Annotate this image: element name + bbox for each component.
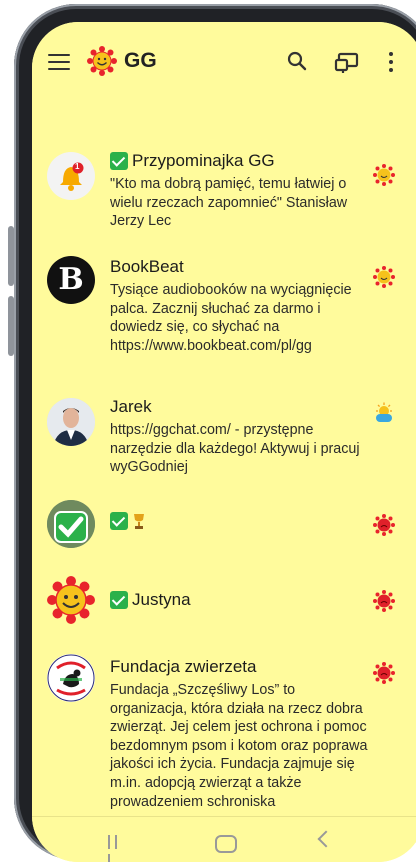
volume-button: [8, 226, 14, 286]
status-away-icon: [376, 402, 392, 422]
avatar: B: [47, 256, 95, 304]
gg-sun-logo-icon: [87, 46, 117, 76]
screen: GG 1 Przypominajka GG "Kto ma dobrą pami…: [32, 22, 416, 862]
hamburger-menu-icon[interactable]: [48, 54, 70, 70]
contact-name-row: Justyna: [110, 589, 372, 611]
contact-name-row: BookBeat: [110, 256, 372, 278]
contact-name: Fundacja zwierzeta: [110, 657, 257, 676]
checkmark-avatar-icon: [47, 500, 95, 548]
status-busy-icon: [373, 514, 395, 536]
contact-name: Jarek: [110, 397, 152, 416]
contact-row[interactable]: 1 Przypominajka GG "Kto ma dobrą pamięć,…: [32, 130, 416, 229]
contact-name-row: [110, 512, 372, 530]
home-icon[interactable]: [215, 835, 237, 853]
contact-name-row: Przypominajka GG: [110, 150, 372, 172]
foundation-logo-icon: [47, 654, 95, 702]
contact-description: https://ggchat.com/ - przystępne narzędz…: [110, 422, 360, 476]
avatar: [47, 654, 95, 702]
contact-description: Tysiące audiobooków na wyciągnięcie palc…: [110, 282, 352, 354]
contact-description: "Kto ma dobrą pamięć, temu łatwiej o wie…: [110, 176, 348, 230]
back-icon[interactable]: [317, 830, 335, 848]
bookbeat-logo-icon: B: [58, 262, 84, 297]
avatar: [47, 576, 95, 624]
recent-apps-icon[interactable]: [108, 835, 126, 862]
checkmark-icon: [110, 512, 128, 530]
status-busy-icon: [373, 590, 395, 612]
avatar: 1: [47, 152, 95, 200]
avatar: [47, 398, 95, 446]
power-button: [8, 296, 14, 356]
contact-row[interactable]: Justyna: [32, 566, 416, 642]
system-nav-bar: [32, 816, 416, 862]
contact-name: BookBeat: [110, 257, 184, 276]
checkmark-icon: [110, 591, 128, 609]
app-bar: GG: [32, 22, 416, 106]
bell-icon: [60, 162, 84, 191]
contact-row[interactable]: Fundacja zwierzeta Fundacja „Szczęśliwy …: [32, 642, 416, 822]
avatar: [47, 500, 95, 548]
contact-name: Przypominajka GG: [132, 151, 275, 170]
status-busy-icon: [373, 662, 395, 684]
gg-sun-avatar-icon: [47, 576, 95, 624]
profile-photo: [47, 398, 95, 446]
status-available-icon: [373, 164, 395, 186]
app-title: GG: [124, 49, 157, 72]
contact-row[interactable]: B BookBeat Tysiące audiobooków na wyciąg…: [32, 236, 416, 366]
status-available-icon: [373, 266, 395, 288]
trophy-icon: [134, 514, 144, 529]
notification-badge: 1: [75, 162, 80, 171]
contact-description: Fundacja „Szczęśliwy Los” to organizacja…: [110, 682, 368, 810]
devices-icon[interactable]: [334, 52, 360, 74]
search-icon[interactable]: [286, 50, 308, 72]
checkmark-icon: [110, 152, 128, 170]
contact-row[interactable]: Jarek https://ggchat.com/ - przystępne n…: [32, 376, 416, 486]
contact-name: Justyna: [132, 590, 191, 609]
more-options-icon[interactable]: [388, 52, 394, 74]
contact-row[interactable]: [32, 490, 416, 564]
contact-name-row: Jarek: [110, 396, 372, 418]
contact-name-row: Fundacja zwierzeta: [110, 656, 372, 678]
